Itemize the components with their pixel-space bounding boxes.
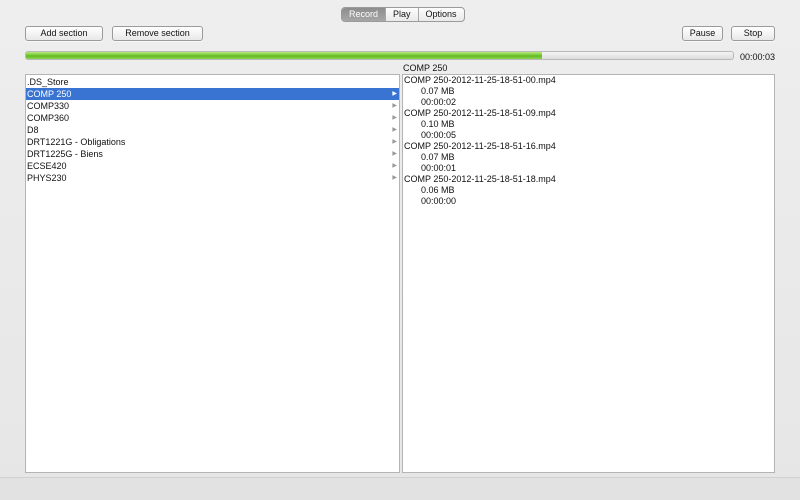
recording-item[interactable]: COMP 250-2012-11-25-18-51-00.mp4 0.07 MB 0… [403,75,774,108]
recording-name: COMP 250-2012-11-25-18-51-09.mp4 [404,108,556,118]
section-item-label: ECSE420 [27,161,67,171]
recordings-list: COMP 250-2012-11-25-18-51-00.mp4 0.07 MB 0… [403,75,774,207]
tab-play[interactable]: Play [386,8,419,21]
selected-section-title: COMP 250 [403,63,448,73]
progress-fill [26,52,543,59]
section-item-label: PHYS230 [27,173,67,183]
recording-duration: 00:00:01 [421,163,457,173]
remove-section-button[interactable]: Remove section [112,26,203,41]
chevron-right-icon: ▶ [392,103,397,109]
window-bottom-bar [0,477,800,500]
chevron-right-icon: ▶ [392,175,397,181]
recording-duration: 00:00:00 [421,196,457,206]
add-section-button[interactable]: Add section [25,26,103,41]
chevron-right-icon: ▶ [392,151,397,157]
section-item[interactable]: COMP 250 ▶ [26,88,399,100]
recording-size: 0.07 MB [421,86,455,96]
section-item-label: DRT1225G - Biens [27,149,103,159]
chevron-right-icon: ▶ [392,163,397,169]
recording-item[interactable]: COMP 250-2012-11-25-18-51-18.mp4 0.06 MB 0… [403,174,774,207]
elapsed-time: 00:00:03 [739,52,775,62]
sections-list-panel: .DS_Store COMP 250 ▶ COMP330 ▶ COMP360 ▶ D8 ▶ DRT… [25,74,400,473]
recording-duration: 00:00:02 [421,97,457,107]
section-item-label: DRT1221G - Obligations [27,137,126,147]
sections-list: .DS_Store COMP 250 ▶ COMP330 ▶ COMP360 ▶ D8 ▶ DRT… [26,76,399,184]
recording-size: 0.10 MB [421,119,455,129]
recording-size: 0.06 MB [421,185,455,195]
section-item[interactable]: DRT1221G - Obligations ▶ [26,136,399,148]
section-item[interactable]: ECSE420 ▶ [26,160,399,172]
tab-record[interactable]: Record [342,8,387,21]
section-item-label: COMP330 [27,101,70,111]
chevron-right-icon: ▶ [392,139,397,145]
section-item[interactable]: DRT1225G - Biens ▶ [26,148,399,160]
recording-duration: 00:00:05 [421,130,457,140]
section-item-label: COMP360 [27,113,70,123]
section-item[interactable]: PHYS230 ▶ [26,172,399,184]
chevron-right-icon: ▶ [392,127,397,133]
recording-size: 0.07 MB [421,152,455,162]
recording-name: COMP 250-2012-11-25-18-51-18.mp4 [404,174,556,184]
app-window: Record Play Options Add section Remove s… [0,0,800,500]
section-item-label: COMP 250 [27,89,72,99]
section-item[interactable]: COMP360 ▶ [26,112,399,124]
recordings-panel: COMP 250-2012-11-25-18-51-00.mp4 0.07 MB 0… [402,74,775,473]
section-item[interactable]: COMP330 ▶ [26,100,399,112]
recording-name: COMP 250-2012-11-25-18-51-16.mp4 [404,141,556,151]
chevron-right-icon: ▶ [392,91,397,97]
recording-progress-bar [25,51,734,60]
stop-button[interactable]: Stop [731,26,775,41]
recording-item[interactable]: COMP 250-2012-11-25-18-51-09.mp4 0.10 MB 0… [403,108,774,141]
recording-name: COMP 250-2012-11-25-18-51-00.mp4 [404,75,556,85]
recording-item[interactable]: COMP 250-2012-11-25-18-51-16.mp4 0.07 MB 0… [403,141,774,174]
section-item-label: .DS_Store [27,77,69,87]
chevron-right-icon: ▶ [392,115,397,121]
section-item[interactable]: .DS_Store [26,76,399,88]
pause-button[interactable]: Pause [682,26,723,41]
tab-options[interactable]: Options [419,8,464,21]
section-item[interactable]: D8 ▶ [26,124,399,136]
section-item-label: D8 [27,125,39,135]
mode-tabs: Record Play Options [341,7,465,22]
